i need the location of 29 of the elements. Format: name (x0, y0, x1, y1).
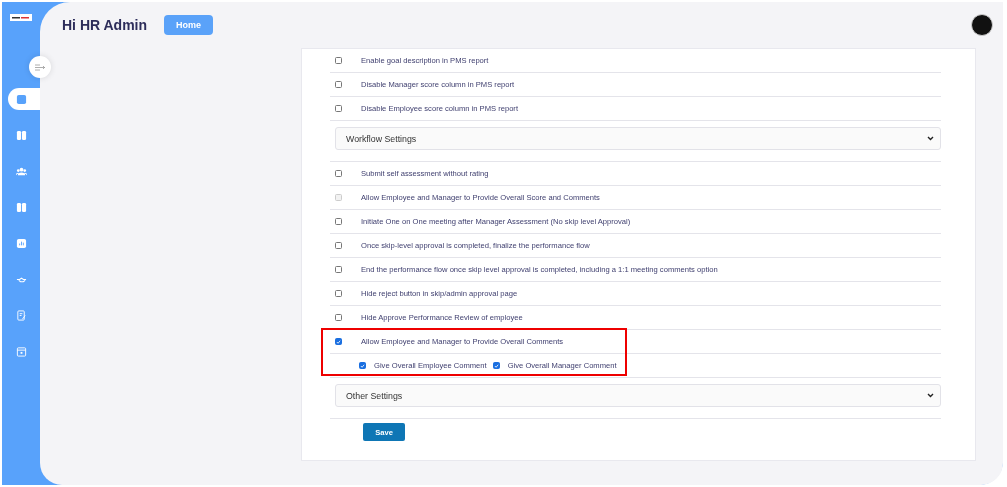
checkbox[interactable] (335, 242, 342, 249)
chevron-down-icon (927, 136, 934, 141)
sidebar-item[interactable] (8, 88, 40, 110)
checkbox[interactable] (335, 218, 342, 225)
checkbox[interactable] (359, 362, 366, 369)
greeting: Hi HR Admin (62, 17, 148, 33)
checkbox[interactable] (335, 57, 342, 64)
checkbox[interactable] (335, 290, 342, 297)
avatar[interactable] (971, 14, 993, 36)
section-dropdown[interactable]: Other Settings (335, 384, 941, 407)
collapse-button[interactable] (29, 56, 51, 78)
chart-icon (16, 237, 27, 249)
people-icon (16, 165, 27, 177)
logo-icon (10, 14, 32, 21)
book-icon (16, 201, 27, 213)
collapse-icon (35, 63, 45, 71)
book-icon (16, 129, 27, 141)
chart-icon (16, 93, 27, 105)
section-dropdown[interactable]: Workflow Settings (335, 127, 941, 150)
checkbox[interactable] (492, 362, 500, 369)
chevron-down-icon (927, 393, 934, 398)
checkbox[interactable] (335, 81, 342, 88)
checkbox[interactable] (335, 266, 342, 273)
checkbox[interactable] (335, 338, 342, 345)
checkbox[interactable] (335, 105, 342, 112)
checkbox[interactable] (335, 314, 342, 321)
calendar-icon (16, 345, 27, 357)
document-edit-icon (16, 309, 27, 321)
checkbox[interactable] (335, 170, 342, 177)
